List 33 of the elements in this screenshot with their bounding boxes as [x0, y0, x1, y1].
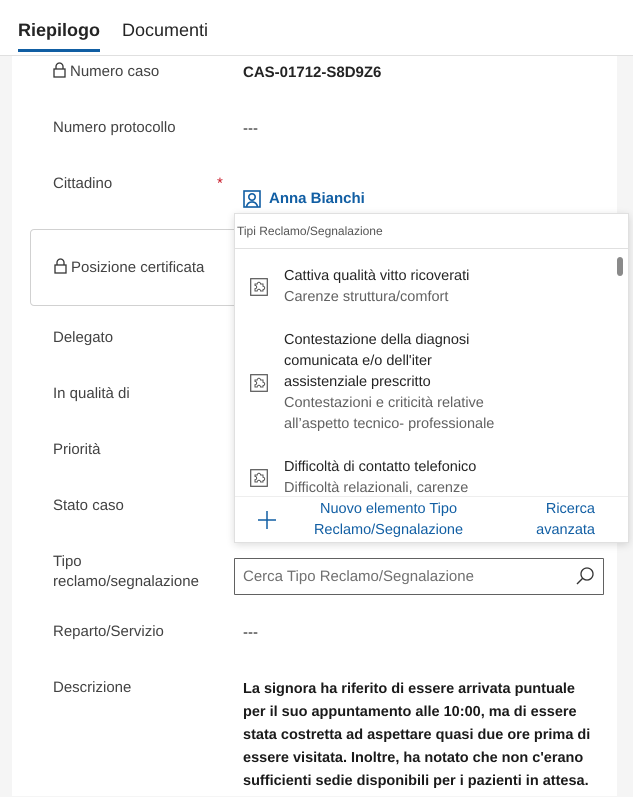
field-label: Tipo reclamo/segnalazione: [53, 552, 200, 592]
field-label: In qualità di: [53, 384, 130, 404]
search-field[interactable]: Cerca Tipo Reclamo/Segnalazione: [234, 558, 604, 595]
field-label: Cittadino: [53, 174, 112, 194]
field-label: Descrizione: [53, 678, 132, 698]
new-item-link[interactable]: Nuovo elemento Tipo Reclamo/Segnalazione: [301, 498, 476, 540]
lookup-option[interactable]: Contestazione della diagnosi comunicata e/o dell'iter assistenziale prescritto Contestazioni e criticità relative all’aspetto tecnico- professionale: [235, 319, 628, 446]
puzzle-icon: [250, 278, 268, 296]
field-value: ---: [243, 119, 258, 139]
field-value: CAS-01712-S8D9Z6: [243, 63, 382, 83]
puzzle-icon: [250, 469, 268, 487]
field-label: Priorità: [53, 440, 101, 460]
person-link[interactable]: Anna Bianchi: [243, 174, 365, 224]
tab[interactable]: Riepilogo: [18, 0, 100, 52]
advanced-search-link[interactable]: Ricerca avanzata: [520, 498, 595, 540]
required-mark: *: [217, 174, 223, 194]
search-icon[interactable]: [575, 566, 595, 586]
field-label: Posizione certificata: [71, 258, 204, 278]
field-label: Delegato: [53, 328, 114, 348]
field-label: Numero caso: [70, 62, 160, 82]
field-label: Numero protocollo: [53, 118, 176, 138]
puzzle-icon: [250, 374, 268, 392]
field-value: ---: [243, 623, 258, 643]
tab[interactable]: Documenti: [122, 0, 208, 52]
field-label: Stato caso: [53, 496, 124, 516]
contact-icon: [243, 190, 261, 208]
dropdown-header: Tipi Reclamo/Segnalazione: [237, 224, 383, 238]
lookup-option[interactable]: Difficoltà di contatto telefonico Difficoltà relazionali, carenze: [235, 446, 628, 496]
description-text: La signora ha riferito di essere arrivata puntuale per il suo appuntamento alle 10:00, ma di essere stata costretta ad aspettare quasi due ore prima di essere visitata. Inoltre, ha notato che non c'erano sufficienti sedie disponibili per i pazienti in attesa.: [243, 680, 592, 791]
field-label: Reparto/Servizio: [53, 622, 164, 642]
plus-icon[interactable]: [257, 510, 277, 530]
lookup-option[interactable]: Cattiva qualità vitto ricoverati Carenze struttura/comfort: [235, 255, 628, 319]
scrollbar-thumb[interactable]: [617, 257, 623, 276]
